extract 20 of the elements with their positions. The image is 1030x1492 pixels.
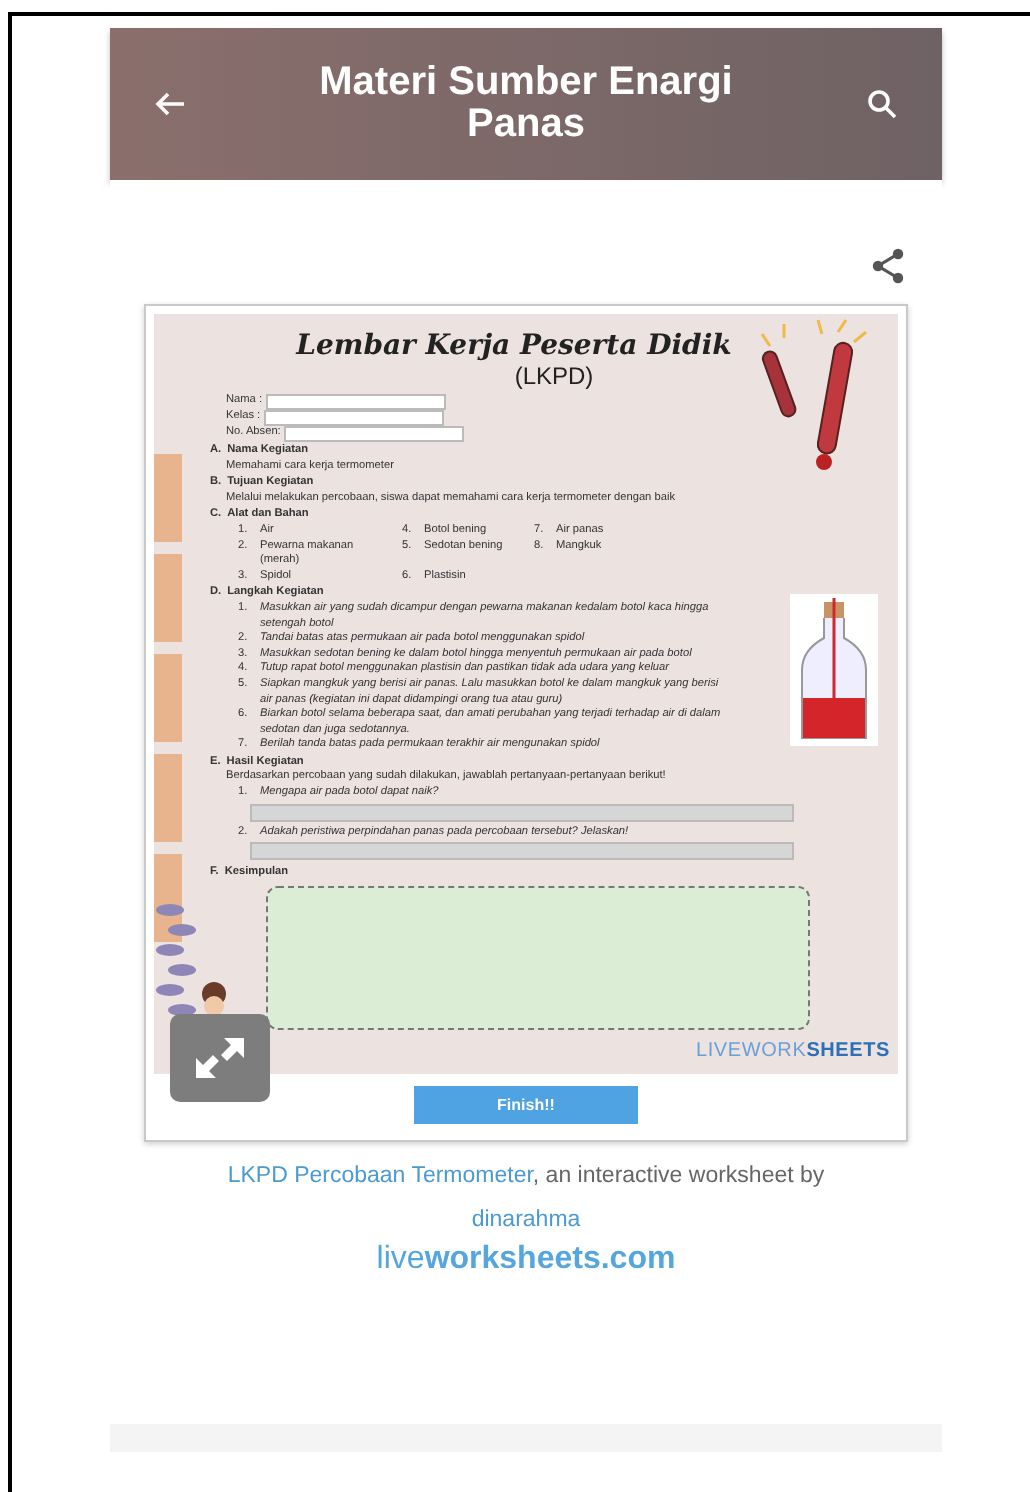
worksheet-title: Lembar Kerja Peserta Didik	[293, 330, 734, 362]
author-link[interactable]: dinarahma	[471, 1207, 581, 1232]
identity-field[interactable]	[284, 426, 465, 442]
site-link[interactable]: liveworksheets.com	[376, 1241, 676, 1278]
paper-strip	[154, 454, 182, 542]
identity-field[interactable]	[266, 394, 447, 410]
answer-field[interactable]	[250, 803, 794, 822]
worksheet-link[interactable]: LKPD Percobaan Termometer	[227, 1163, 533, 1188]
worksheet-subtitle: (LKPD)	[512, 362, 596, 390]
answer-field[interactable]	[250, 842, 794, 861]
identity-field[interactable]	[264, 410, 445, 426]
paper-strip	[154, 554, 182, 642]
paper-strip	[154, 654, 182, 742]
page-title: Materi Sumber Enargi Panas	[317, 62, 735, 146]
credit-text: LKPD Percobaan Termometer, an interactive worksheet by dinarahma	[225, 1161, 827, 1236]
conclusion-field[interactable]	[266, 885, 810, 1030]
finish-button[interactable]: Finish!!	[414, 1085, 638, 1124]
brand-logo: LIVEWORKSHEETS	[695, 1039, 890, 1062]
expand-button[interactable]	[170, 1013, 270, 1102]
paper-strip	[154, 754, 182, 842]
